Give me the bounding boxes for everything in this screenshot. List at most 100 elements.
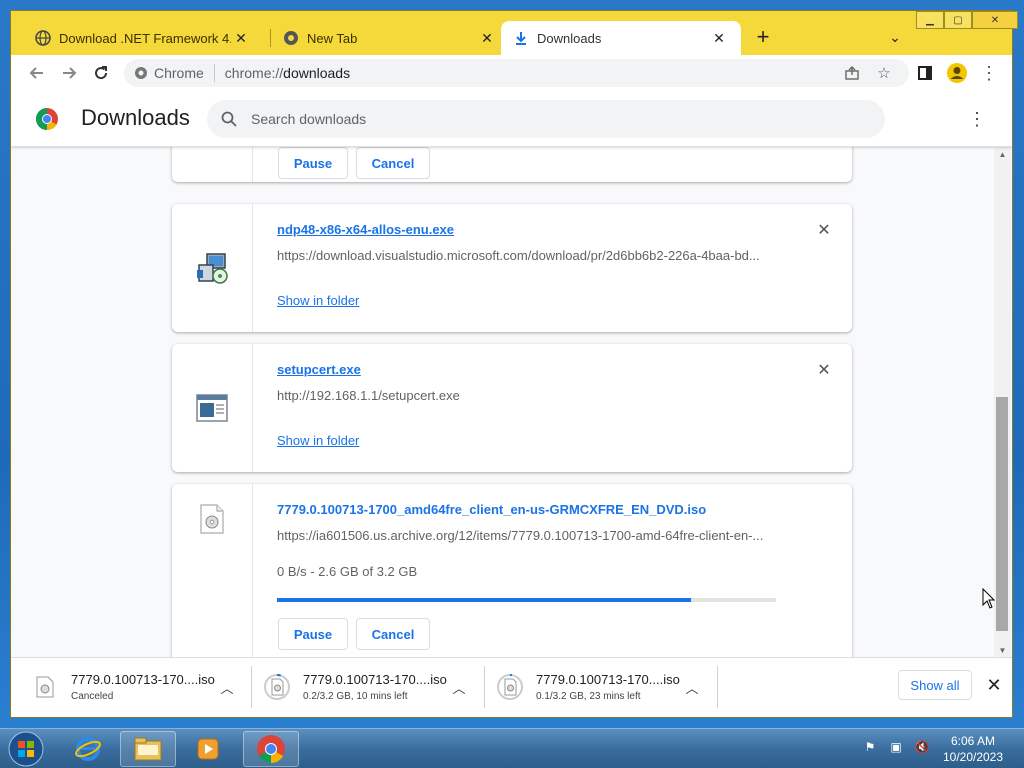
download-card: 7779.0.100713-1700_amd64fre_client_en-us… xyxy=(172,484,852,657)
ie-icon[interactable] xyxy=(60,731,116,767)
shelf-divider xyxy=(251,666,252,708)
chrome-icon xyxy=(283,30,299,46)
file-name-link[interactable]: ndp48-x86-x64-allos-enu.exe xyxy=(277,222,454,237)
show-in-folder-link[interactable]: Show in folder xyxy=(277,433,359,448)
shelf-item[interactable]: 7779.0.100713-170....iso 0.1/3.2 GB, 23 … xyxy=(496,664,711,710)
shelf-item[interactable]: 7779.0.100713-170....iso 0.2/3.2 GB, 10 … xyxy=(263,664,478,710)
source-url: https://download.visualstudio.microsoft.… xyxy=(277,248,760,263)
explorer-icon[interactable] xyxy=(120,731,176,767)
tab-downloads[interactable]: Downloads ✕ xyxy=(501,21,741,55)
show-all-button[interactable]: Show all xyxy=(898,670,972,700)
profile-avatar[interactable] xyxy=(945,61,969,85)
url-text: chrome://downloads xyxy=(224,65,351,81)
shelf-item-name: 7779.0.100713-170....iso xyxy=(303,672,447,687)
shelf-item[interactable]: 7779.0.100713-170....iso Canceled ︿ xyxy=(31,664,246,710)
scroll-down-icon[interactable]: ▼ xyxy=(994,643,1011,657)
bookmark-star-icon[interactable]: ☆ xyxy=(874,63,894,83)
chrome-icon xyxy=(135,67,147,79)
page-title: Downloads xyxy=(81,105,190,130)
scrollbar-thumb[interactable] xyxy=(996,397,1008,631)
download-shelf: 7779.0.100713-170....iso Canceled ︿ 7779… xyxy=(11,657,1012,717)
address-bar[interactable]: Chrome chrome://downloads ☆ xyxy=(124,59,909,87)
file-name-link[interactable]: 7779.0.100713-1700_amd64fre_client_en-us… xyxy=(277,502,706,517)
download-icon xyxy=(513,30,529,46)
close-tab-icon[interactable]: ✕ xyxy=(231,28,251,48)
pause-button[interactable]: Pause xyxy=(278,618,348,650)
share-icon[interactable] xyxy=(842,63,862,83)
mouse-cursor-icon xyxy=(982,588,996,609)
page-header: Downloads Search downloads ⋮ xyxy=(11,91,1012,147)
download-status: 0 B/s - 2.6 GB of 3.2 GB xyxy=(277,564,418,579)
source-url: https://ia601506.us.archive.org/12/items… xyxy=(277,528,764,543)
installer-icon xyxy=(197,253,228,284)
search-icon xyxy=(219,109,239,129)
tab-title: New Tab xyxy=(307,30,358,46)
close-shelf-icon[interactable]: ✕ xyxy=(983,674,1005,696)
flag-icon[interactable]: ⚑ xyxy=(862,739,878,755)
shelf-item-status: 0.1/3.2 GB, 23 mins left xyxy=(536,691,641,702)
shelf-item-status: 0.2/3.2 GB, 10 mins left xyxy=(303,691,408,702)
progress-fill xyxy=(277,598,692,602)
chevron-up-icon[interactable]: ︿ xyxy=(217,677,237,697)
tab-title: Download .NET Framework 4.8 O xyxy=(59,30,231,46)
tab-new-tab[interactable]: New Tab ✕ xyxy=(271,21,509,55)
search-input[interactable]: Search downloads xyxy=(207,100,885,138)
windows-logo-icon xyxy=(8,731,44,767)
remove-close-icon[interactable]: ✕ xyxy=(816,362,832,379)
back-button[interactable] xyxy=(25,61,49,85)
download-card: setupcert.exe http://192.168.1.1/setupce… xyxy=(172,344,852,472)
download-card: ndp48-x86-x64-allos-enu.exe https://down… xyxy=(172,204,852,332)
scroll-up-icon[interactable]: ▲ xyxy=(994,147,1011,161)
web-icon xyxy=(35,30,51,46)
network-icon[interactable]: ▣ xyxy=(888,739,904,755)
clock-time: 6:06 AM xyxy=(950,734,996,748)
disc-file-icon xyxy=(200,504,224,534)
side-panel-icon[interactable] xyxy=(913,61,937,85)
page-menu-kebab-icon[interactable]: ⋮ xyxy=(967,108,987,130)
exe-window-icon xyxy=(196,394,228,422)
tab-dotnet[interactable]: Download .NET Framework 4.8 O ✕ xyxy=(23,21,263,55)
close-tab-icon[interactable]: ✕ xyxy=(477,28,497,48)
chrome-icon[interactable] xyxy=(243,731,299,767)
volume-muted-icon[interactable]: 🔇 xyxy=(914,739,930,755)
show-in-folder-link[interactable]: Show in folder xyxy=(277,293,359,308)
taskbar-clock[interactable]: 6:06 AM 10/20/2023 xyxy=(938,733,1008,765)
shelf-item-status: Canceled xyxy=(71,691,114,702)
tab-strip: Download .NET Framework 4.8 O ✕ New Tab … xyxy=(11,11,1012,55)
disc-file-icon xyxy=(263,673,291,701)
file-icon-column xyxy=(172,344,253,472)
page-scrollbar[interactable]: ▲ ▼ xyxy=(994,147,1011,657)
reload-button[interactable] xyxy=(89,61,113,85)
pause-button[interactable]: Pause xyxy=(278,147,348,179)
site-label: Chrome xyxy=(154,65,204,81)
media-player-icon[interactable] xyxy=(180,731,236,767)
shelf-divider xyxy=(484,666,485,708)
chrome-logo-icon xyxy=(36,108,58,130)
browser-window: ▁ ▢ ✕ Download .NET Framework 4.8 O ✕ Ne… xyxy=(10,10,1018,718)
browser-toolbar: Chrome chrome://downloads ☆ ⋮ xyxy=(11,55,1012,91)
remove-close-icon[interactable]: ✕ xyxy=(816,222,832,239)
forward-button[interactable] xyxy=(57,61,81,85)
source-url: http://192.168.1.1/setupcert.exe xyxy=(277,388,460,403)
downloads-page: Downloads Search downloads ⋮ Pause Cance… xyxy=(11,91,1012,657)
tab-search-chevron-icon[interactable]: ⌄ xyxy=(885,27,905,47)
menu-kebab-icon[interactable]: ⋮ xyxy=(977,61,1001,85)
site-chip[interactable]: Chrome xyxy=(124,64,215,82)
clock-date: 10/20/2023 xyxy=(942,750,1004,764)
chevron-up-icon[interactable]: ︿ xyxy=(682,677,702,697)
close-tab-icon[interactable]: ✕ xyxy=(709,28,729,48)
new-tab-button[interactable]: + xyxy=(751,24,775,49)
cancel-button[interactable]: Cancel xyxy=(356,618,430,650)
shelf-item-name: 7779.0.100713-170....iso xyxy=(536,672,680,687)
shelf-divider xyxy=(717,666,718,708)
cancel-button[interactable]: Cancel xyxy=(356,147,430,179)
file-icon-column xyxy=(172,484,253,657)
chevron-up-icon[interactable]: ︿ xyxy=(449,677,469,697)
tab-title: Downloads xyxy=(537,30,602,46)
disc-file-icon xyxy=(496,673,524,701)
start-button[interactable] xyxy=(4,730,48,768)
shelf-item-name: 7779.0.100713-170....iso xyxy=(71,672,215,687)
download-progress-bar xyxy=(277,598,776,602)
search-placeholder: Search downloads xyxy=(251,111,367,127)
file-name-link[interactable]: setupcert.exe xyxy=(277,362,361,377)
